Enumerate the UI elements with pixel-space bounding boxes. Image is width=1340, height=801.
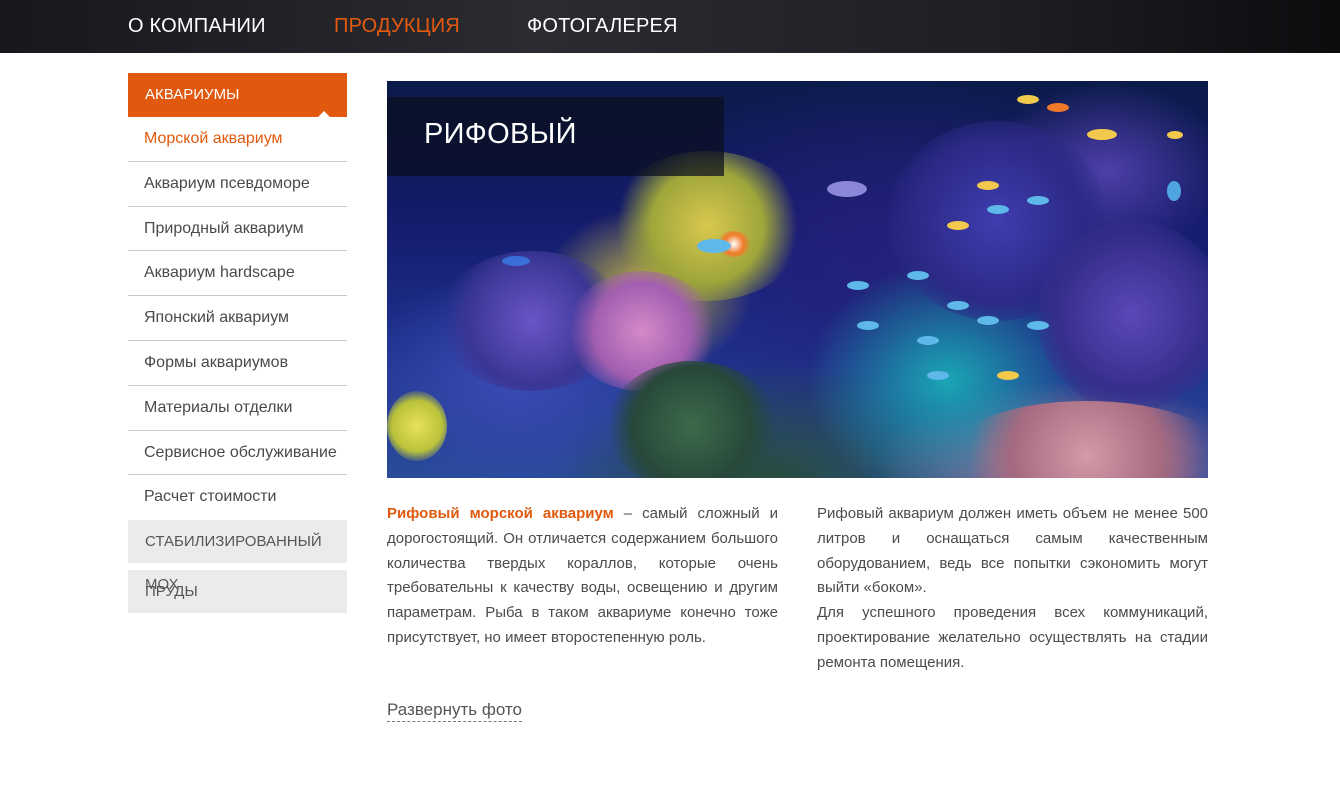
fish [502,256,530,266]
description-right-column: Рифовый аквариум должен иметь объем не м… [817,502,1208,676]
sidebar-item-service[interactable]: Сервисное обслуживание [128,431,347,476]
fish [857,321,879,330]
top-nav-bar: О КОМПАНИИ ПРОДУКЦИЯ ФОТОГАЛЕРЕЯ [0,0,1340,53]
fish [1047,103,1069,112]
fish [987,205,1009,214]
nav-item-gallery[interactable]: ФОТОГАЛЕРЕЯ [527,15,678,38]
fish [1027,196,1049,205]
fish [1087,129,1117,140]
blue-tang-fish [697,239,731,253]
fish [1017,95,1039,104]
fish [1167,181,1181,201]
fish [907,271,929,280]
fish [847,281,869,290]
right-coral-cluster [1037,221,1208,411]
expand-photo-link[interactable]: Развернуть фото [387,700,522,722]
sidebar-header-aquariums[interactable]: АКВАРИУМЫ [128,73,347,118]
fish [927,371,949,380]
sidebar: АКВАРИУМЫ Морской аквариум Аквариум псев… [128,73,347,614]
description-left-column: Рифовый морской аквариум – самый сложный… [387,502,778,651]
active-pointer-notch [317,111,331,118]
pink-brain-coral [947,401,1208,478]
sidebar-item-aquarium-shapes[interactable]: Формы аквариумов [128,341,347,386]
sidebar-item-finishing-materials[interactable]: Материалы отделки [128,386,347,431]
description-right-paragraph-2: Для успешного проведения всех коммуникац… [817,604,1208,671]
nav-item-about[interactable]: О КОМПАНИИ [128,15,266,38]
fish [827,181,867,197]
hero-title: РИФОВЫЙ [424,118,577,150]
fish [947,301,969,310]
sidebar-item-pseudo-marine[interactable]: Аквариум псевдоморе [128,162,347,207]
sidebar-header-label: АКВАРИУМЫ [145,86,240,103]
fish [997,371,1019,380]
fish [977,316,999,325]
sidebar-category-stabilized-moss[interactable]: СТАБИЛИЗИРОВАННЫЙ МОХ [128,520,347,593]
sidebar-item-japanese-aquarium[interactable]: Японский аквариум [128,296,347,341]
sidebar-item-cost-calculation[interactable]: Расчет стоимости [128,475,347,520]
sidebar-item-nature-aquarium[interactable]: Природный аквариум [128,207,347,252]
sidebar-category-ponds[interactable]: ПРУДЫ [128,570,347,614]
fish [977,181,999,190]
nav-item-products[interactable]: ПРОДУКЦИЯ [334,15,460,38]
yellow-tang-fish [387,391,447,461]
description-right-paragraph-1: Рифовый аквариум должен иметь объем не м… [817,505,1208,597]
highlight-term: Рифовый морской аквариум [387,505,614,522]
sidebar-item-marine-aquarium[interactable]: Морской аквариум [128,117,347,162]
fish [1167,131,1183,139]
green-rock-coral [607,361,777,478]
fish [1027,321,1049,330]
sidebar-item-hardscape[interactable]: Аквариум hardscape [128,251,347,297]
fish [917,336,939,345]
description-left-text: – самый сложный и дорогостоящий. Он отли… [387,505,778,646]
fish [947,221,969,230]
